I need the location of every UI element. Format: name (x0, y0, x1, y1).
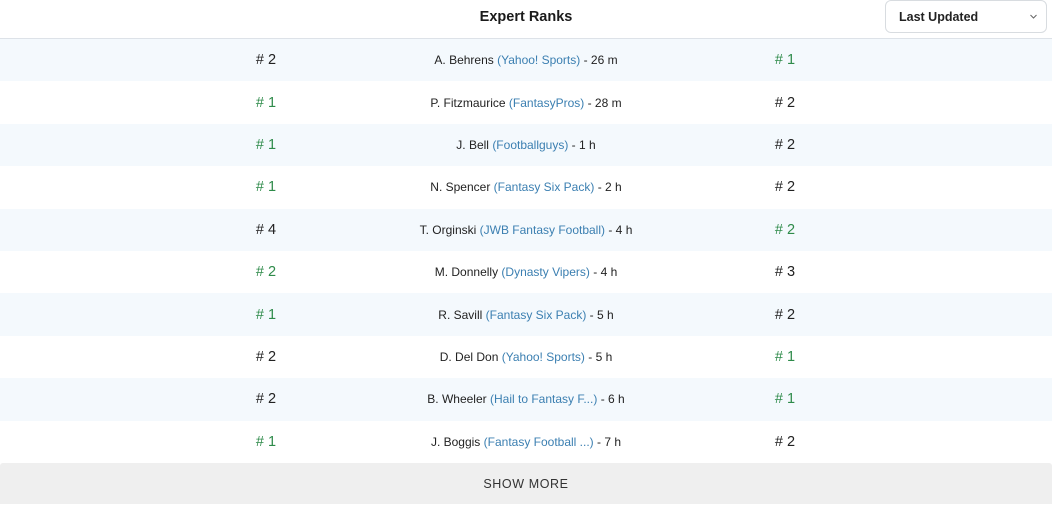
expert-name: J. Boggis (430, 434, 481, 449)
right-rank: # 2 (774, 306, 796, 323)
expert-ranks-list: # 2 A. Behrens (Yahoo! Sports) - 26 m # 1 #… (0, 39, 1052, 463)
expert-info: B. Wheeler (Hail to Fantasy F...) - 6 h (0, 392, 1052, 406)
table-row: # 1 J. Boggis (Fantasy Football ...) - 7 … (0, 421, 1052, 463)
right-rank: # 2 (774, 433, 796, 450)
expert-info: D. Del Don (Yahoo! Sports) - 5 h (0, 350, 1052, 364)
expert-info: J. Bell (Footballguys) - 1 h (0, 138, 1052, 152)
table-row: # 1 J. Bell (Footballguys) - 1 h # 2 (0, 123, 1052, 167)
right-rank: # 2 (774, 221, 796, 238)
expert-source-link[interactable]: (Yahoo! Sports) (502, 350, 585, 364)
right-rank: # 1 (774, 391, 796, 408)
table-row: # 4 T. Orginski (JWB Fantasy Football) - … (0, 208, 1052, 251)
updated-time: - 7 h (593, 434, 622, 449)
expert-info: P. Fitzmaurice (FantasyPros) - 28 m (0, 96, 1052, 110)
updated-time: - 2 h (594, 180, 622, 195)
expert-source-link[interactable]: (Dynasty Vipers) (501, 265, 589, 279)
table-row: # 2 B. Wheeler (Hail to Fantasy F...) - 6… (0, 378, 1052, 421)
expert-name: R. Savill (438, 307, 483, 322)
right-rank: # 2 (774, 94, 796, 111)
right-rank: # 1 (774, 348, 796, 365)
table-row: # 1 P. Fitzmaurice (FantasyPros) - 28 m # … (0, 81, 1052, 123)
expert-info: J. Boggis (Fantasy Football ...) - 7 h (0, 435, 1052, 449)
expert-source-link[interactable]: (Fantasy Football ...) (484, 435, 594, 449)
expert-info: N. Spencer (Fantasy Six Pack) - 2 h (0, 180, 1052, 194)
expert-name: J. Bell (456, 137, 489, 152)
expert-name: M. Donnelly (434, 265, 499, 280)
table-row: # 1 R. Savill (Fantasy Six Pack) - 5 h # 2 (0, 293, 1052, 336)
sort-select[interactable]: Last Updated (885, 0, 1047, 33)
expert-info: M. Donnelly (Dynasty Vipers) - 4 h (0, 265, 1052, 279)
expert-name: P. Fitzmaurice (430, 95, 506, 110)
expert-source-link[interactable]: (Yahoo! Sports) (497, 53, 580, 67)
expert-name: D. Del Don (439, 349, 499, 364)
expert-source-link[interactable]: (Fantasy Six Pack) (486, 308, 587, 322)
right-rank: # 2 (774, 136, 796, 153)
expert-source-link[interactable]: (Hail to Fantasy F...) (490, 392, 597, 406)
right-rank: # 2 (774, 179, 796, 196)
expert-source-link[interactable]: (Footballguys) (492, 138, 568, 152)
table-row: # 2 A. Behrens (Yahoo! Sports) - 26 m # 1 (0, 39, 1052, 82)
expert-name: T. Orginski (419, 222, 477, 237)
table-row: # 1 N. Spencer (Fantasy Six Pack) - 2 h # … (0, 166, 1052, 208)
expert-ranks-header: Expert Ranks Last Updated (0, 0, 1052, 39)
updated-time: - 6 h (597, 392, 625, 407)
updated-time: - 1 h (568, 137, 596, 152)
expert-info: R. Savill (Fantasy Six Pack) - 5 h (0, 308, 1052, 322)
right-rank: # 3 (774, 264, 796, 281)
updated-time: - 28 m (584, 95, 622, 110)
expert-source-link[interactable]: (FantasyPros) (509, 96, 584, 110)
expert-info: T. Orginski (JWB Fantasy Football) - 4 h (0, 223, 1052, 237)
expert-info: A. Behrens (Yahoo! Sports) - 26 m (0, 53, 1052, 67)
expert-source-link[interactable]: (JWB Fantasy Football) (480, 223, 605, 237)
updated-time: - 4 h (589, 265, 618, 280)
table-row: # 2 D. Del Don (Yahoo! Sports) - 5 h # 1 (0, 336, 1052, 378)
updated-time: - 4 h (605, 222, 633, 237)
expert-source-link[interactable]: (Fantasy Six Pack) (494, 180, 595, 194)
chevron-down-icon (1030, 14, 1037, 19)
updated-time: - 5 h (586, 307, 614, 322)
updated-time: - 5 h (584, 349, 613, 364)
expert-name: N. Spencer (430, 180, 491, 195)
sort-select-value: Last Updated (899, 10, 979, 24)
show-more-button[interactable]: SHOW MORE (0, 463, 1052, 504)
updated-time: - 26 m (580, 53, 618, 68)
right-rank: # 1 (774, 52, 796, 69)
expert-name: B. Wheeler (427, 392, 487, 407)
expert-name: A. Behrens (434, 53, 494, 68)
table-row: # 2 M. Donnelly (Dynasty Vipers) - 4 h # 3 (0, 251, 1052, 293)
